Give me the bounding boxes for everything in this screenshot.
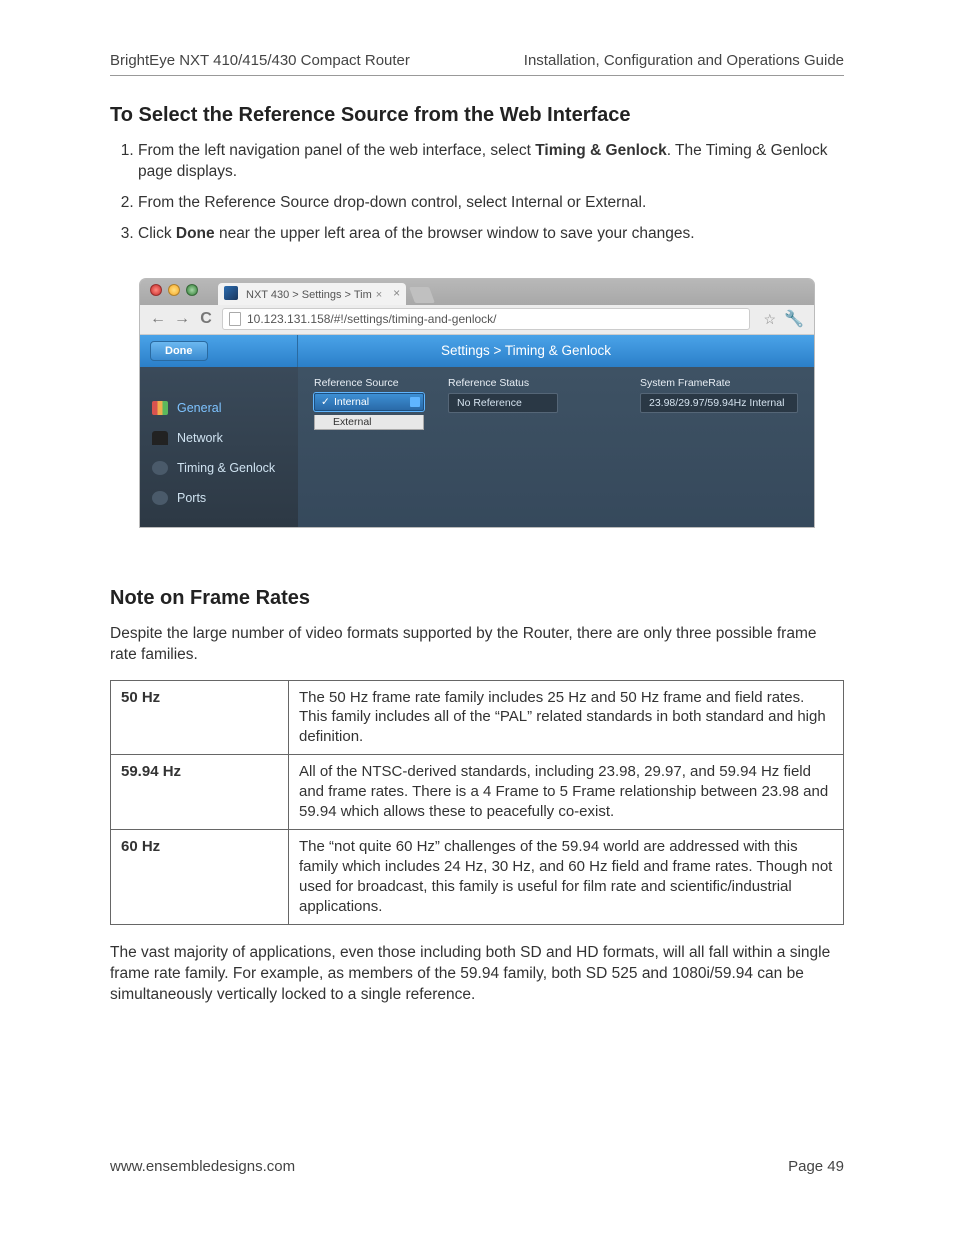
system-framerate-panel: System FrameRate 23.98/29.97/59.94Hz Int… [640, 377, 798, 430]
step-2: From the Reference Source drop-down cont… [138, 193, 844, 214]
header-right: Installation, Configuration and Operatio… [524, 52, 844, 69]
step-3: Click Done near the upper left area of t… [138, 224, 844, 245]
table-row: 50 Hz The 50 Hz frame rate family includ… [111, 680, 844, 755]
system-framerate-value: 23.98/29.97/59.94Hz Internal [640, 393, 798, 413]
reload-icon[interactable]: C [198, 310, 214, 328]
address-bar[interactable]: 10.123.131.158/#!/settings/timing-and-ge… [222, 308, 750, 330]
table-row: 59.94 Hz All of the NTSC-derived standar… [111, 755, 844, 830]
bookmark-star-icon[interactable]: ☆ [764, 311, 777, 328]
timing-icon [152, 461, 168, 475]
framerate-table: 50 Hz The 50 Hz frame rate family includ… [110, 680, 844, 925]
header-left: BrightEye NXT 410/415/430 Compact Router [110, 52, 410, 69]
window-controls[interactable] [150, 284, 198, 296]
reference-source-dropdown[interactable]: ✓ Internal [314, 393, 424, 411]
reference-status-value: No Reference [448, 393, 558, 413]
steps-list: From the left navigation panel of the we… [110, 141, 844, 245]
minimize-window-icon[interactable] [168, 284, 180, 296]
reference-status-panel: Reference Status No Reference [448, 377, 558, 430]
done-button[interactable]: Done [150, 341, 208, 361]
browser-tab[interactable]: NXT 430 > Settings > Tim × × [218, 283, 406, 305]
reference-source-label: Reference Source [314, 377, 424, 389]
ports-icon [152, 491, 168, 505]
page-footer: www.ensembledesigns.com Page 49 [110, 1158, 844, 1175]
breadcrumb: Settings > Timing & Genlock [298, 343, 814, 358]
zoom-window-icon[interactable] [186, 284, 198, 296]
table-desc: All of the NTSC-derived standards, inclu… [289, 755, 844, 830]
table-key: 60 Hz [111, 830, 289, 925]
tab-close-icon[interactable]: × [393, 286, 400, 300]
page-header: BrightEye NXT 410/415/430 Compact Router… [110, 52, 844, 76]
system-framerate-label: System FrameRate [640, 377, 798, 389]
sidebar-label-general: General [177, 401, 221, 415]
footer-page: Page 49 [788, 1158, 844, 1175]
close-window-icon[interactable] [150, 284, 162, 296]
dropdown-caret-icon [410, 397, 420, 407]
tab-title: NXT 430 > Settings > Tim [246, 289, 372, 301]
sidebar-item-network[interactable]: Network [140, 423, 298, 453]
main-panel: Reference Source ✓ Internal External Ref… [298, 367, 814, 527]
section1-title: To Select the Reference Source from the … [110, 104, 844, 127]
back-icon[interactable]: ← [150, 310, 166, 328]
browser-tabstrip: NXT 430 > Settings > Tim × × [140, 279, 814, 305]
forward-icon[interactable]: → [174, 310, 190, 328]
section2-outro: The vast majority of applications, even … [110, 943, 844, 1006]
tab-favicon-icon [224, 286, 238, 300]
dropdown-option-external[interactable]: External [314, 415, 424, 430]
table-row: 60 Hz The “not quite 60 Hz” challenges o… [111, 830, 844, 925]
network-icon [152, 431, 168, 445]
new-tab-button[interactable] [409, 287, 435, 303]
section2-title: Note on Frame Rates [110, 587, 844, 610]
url-text: 10.123.131.158/#!/settings/timing-and-ge… [247, 312, 497, 326]
settings-wrench-icon[interactable]: 🔧 [784, 309, 804, 329]
general-icon [152, 401, 168, 415]
sidebar-label-timing: Timing & Genlock [177, 461, 275, 475]
sidebar-item-ports[interactable]: Ports [140, 483, 298, 513]
section2-intro: Despite the large number of video format… [110, 624, 844, 666]
page-icon [229, 312, 241, 326]
check-icon: ✓ [321, 396, 330, 408]
embedded-screenshot: NXT 430 > Settings > Tim × × ← → C 10.12… [140, 279, 814, 527]
table-key: 59.94 Hz [111, 755, 289, 830]
table-desc: The “not quite 60 Hz” challenges of the … [289, 830, 844, 925]
sidebar-item-general[interactable]: General [140, 393, 298, 423]
footer-url: www.ensembledesigns.com [110, 1158, 295, 1175]
sidebar: General Network Timing & Genlock Po [140, 367, 298, 527]
table-key: 50 Hz [111, 680, 289, 755]
sidebar-label-ports: Ports [177, 491, 206, 505]
sidebar-item-timing[interactable]: Timing & Genlock [140, 453, 298, 483]
step-1: From the left navigation panel of the we… [138, 141, 844, 183]
table-desc: The 50 Hz frame rate family includes 25 … [289, 680, 844, 755]
reference-status-label: Reference Status [448, 377, 558, 389]
dropdown-selected: Internal [334, 396, 369, 408]
browser-toolbar: ← → C 10.123.131.158/#!/settings/timing-… [140, 305, 814, 335]
sidebar-label-network: Network [177, 431, 223, 445]
reference-source-panel: Reference Source ✓ Internal External [314, 377, 424, 430]
